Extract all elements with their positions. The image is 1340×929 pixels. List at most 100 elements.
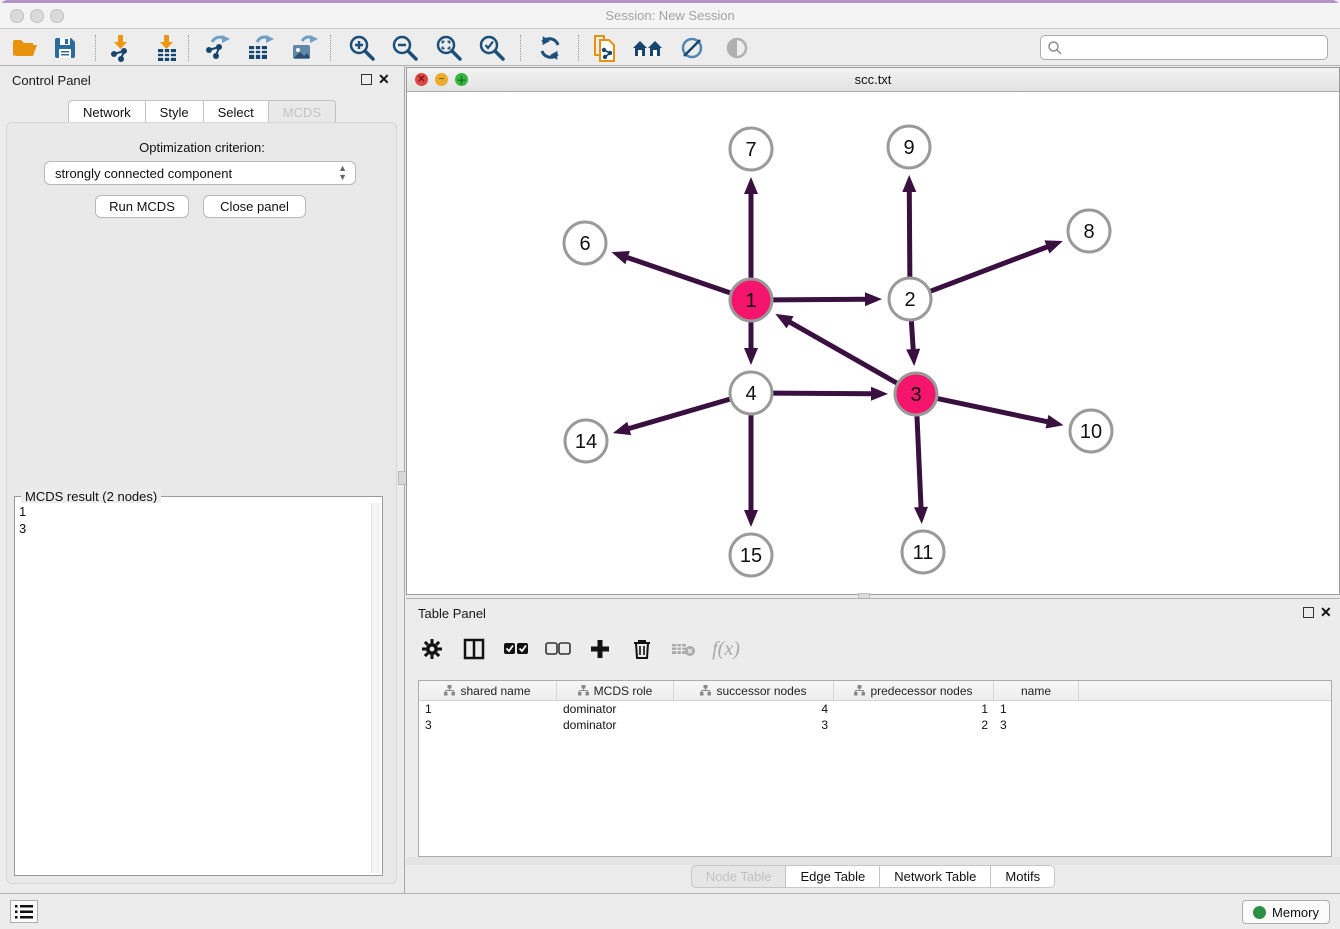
graph-node-15[interactable]: 15 — [730, 534, 772, 576]
show-hidden-icon[interactable] — [720, 33, 754, 63]
function-builder-icon[interactable]: f(x) — [712, 635, 740, 663]
search-input[interactable] — [1063, 38, 1327, 58]
network-canvas[interactable]: 7 9 6 8 1 2 4 3 14 10 15 11 — [407, 92, 1339, 594]
export-network-icon[interactable] — [200, 33, 234, 63]
tab-node-table[interactable]: Node Table — [691, 865, 786, 888]
graph-edge-3-1[interactable] — [788, 321, 897, 383]
add-column-icon[interactable] — [586, 635, 614, 663]
graph-node-10[interactable]: 10 — [1070, 410, 1112, 452]
zoom-out-icon[interactable] — [388, 33, 422, 63]
task-history-button[interactable] — [10, 900, 38, 923]
unselect-all-columns-icon[interactable] — [544, 635, 572, 663]
graph-arrowhead-2-9 — [902, 175, 916, 192]
column-header-name[interactable]: name — [994, 681, 1079, 700]
table-cell[interactable]: 1 — [419, 701, 557, 717]
column-header-successor-nodes[interactable]: successor nodes — [674, 681, 834, 700]
graph-edge-2-8[interactable] — [931, 246, 1049, 291]
svg-text:9: 9 — [903, 137, 914, 159]
import-table-icon[interactable] — [150, 33, 184, 63]
table-row[interactable]: 3dominator323 — [419, 717, 1331, 733]
graph-edge-4-14[interactable] — [627, 399, 730, 429]
table-cell[interactable]: 4 — [674, 701, 834, 717]
tab-edge-table[interactable]: Edge Table — [785, 865, 879, 888]
tab-network-table[interactable]: Network Table — [879, 865, 990, 888]
column-header-shared-name[interactable]: shared name — [419, 681, 557, 700]
toolbar-separator — [330, 35, 331, 61]
table-cell[interactable]: 3 — [674, 717, 834, 733]
table-cell[interactable]: 3 — [419, 717, 557, 733]
graph-edge-4-3[interactable] — [773, 393, 873, 394]
column-header-predecessor-nodes[interactable]: predecessor nodes — [834, 681, 994, 700]
graph-node-11[interactable]: 11 — [902, 531, 944, 573]
close-table-panel-icon[interactable]: ✕ — [1320, 605, 1332, 619]
graph-node-1[interactable]: 1 — [730, 279, 772, 321]
graph-node-8[interactable]: 8 — [1068, 210, 1110, 252]
graph-edge-3-11[interactable] — [917, 416, 921, 509]
memory-label: Memory — [1272, 905, 1319, 920]
select-all-columns-icon[interactable] — [502, 635, 530, 663]
graph-node-3[interactable]: 3 — [895, 373, 937, 415]
delete-table-icon[interactable] — [670, 635, 698, 663]
table-options-icon[interactable] — [418, 635, 446, 663]
graph-edge-3-10[interactable] — [938, 399, 1049, 423]
table-cell[interactable]: 3 — [994, 717, 1079, 733]
graph-edge-2-3[interactable] — [911, 321, 913, 351]
first-neighbors-icon[interactable] — [631, 33, 665, 63]
table-cell[interactable]: dominator — [557, 717, 674, 733]
close-panel-button[interactable]: Close panel — [203, 195, 306, 218]
close-panel-icon[interactable]: ✕ — [378, 72, 390, 86]
column-header-label: predecessor nodes — [870, 684, 972, 698]
hide-selected-icon[interactable] — [675, 33, 709, 63]
hierarchy-icon — [578, 685, 589, 696]
export-table-icon[interactable] — [244, 33, 278, 63]
optimization-criterion-dropdown[interactable]: strongly connected component ▲▼ — [44, 161, 356, 185]
refresh-layout-icon[interactable] — [533, 33, 567, 63]
graph-edge-1-2[interactable] — [773, 299, 867, 300]
zoom-fit-icon[interactable] — [432, 33, 466, 63]
network-window-titlebar[interactable]: ✕ − ＋ scc.txt — [407, 68, 1339, 92]
zoom-in-icon[interactable] — [345, 33, 379, 63]
toolbar-separator — [520, 35, 521, 61]
graph-edge-1-6[interactable] — [626, 257, 731, 293]
graph-arrowhead-1-6 — [611, 251, 629, 264]
network-window-title: scc.txt — [407, 72, 1339, 87]
float-panel-icon[interactable] — [361, 74, 372, 85]
column-header-MCDS-role[interactable]: MCDS role — [557, 681, 674, 700]
table-cell[interactable]: dominator — [557, 701, 674, 717]
table-scroll-strip — [406, 857, 1340, 865]
search-box[interactable] — [1040, 35, 1328, 60]
zoom-selected-icon[interactable] — [475, 33, 509, 63]
application-window: Session: New Session — [0, 0, 1340, 926]
table-rows: 1dominator4113dominator323 — [419, 701, 1331, 733]
graph-node-2[interactable]: 2 — [889, 278, 931, 320]
svg-text:14: 14 — [575, 431, 597, 453]
result-scrollbar[interactable] — [371, 503, 380, 873]
graph-node-4[interactable]: 4 — [730, 372, 772, 414]
graph-node-14[interactable]: 14 — [565, 420, 607, 462]
svg-text:1: 1 — [745, 290, 756, 312]
graph-node-7[interactable]: 7 — [730, 128, 772, 170]
show-column-panel-icon[interactable] — [460, 635, 488, 663]
run-mcds-button[interactable]: Run MCDS — [95, 195, 189, 218]
svg-text:6: 6 — [579, 233, 590, 255]
float-table-panel-icon[interactable] — [1303, 607, 1314, 618]
graph-node-6[interactable]: 6 — [564, 222, 606, 264]
export-image-icon[interactable] — [288, 33, 322, 63]
table-cell[interactable]: 2 — [834, 717, 994, 733]
memory-button[interactable]: Memory — [1242, 900, 1330, 924]
table-cell[interactable]: 1 — [834, 701, 994, 717]
table-cell[interactable]: 1 — [994, 701, 1079, 717]
clone-network-icon[interactable] — [588, 33, 622, 63]
column-header-label: name — [1021, 684, 1051, 698]
import-network-icon[interactable] — [104, 33, 138, 63]
column-header-label: MCDS role — [594, 684, 653, 698]
mcds-result-list[interactable]: 13 — [19, 503, 370, 873]
open-session-icon[interactable] — [8, 33, 42, 63]
save-session-icon[interactable] — [48, 33, 82, 63]
toolbar-separator — [578, 35, 579, 61]
table-row[interactable]: 1dominator411 — [419, 701, 1331, 717]
graph-node-9[interactable]: 9 — [888, 126, 930, 168]
delete-columns-icon[interactable] — [628, 635, 656, 663]
tab-motifs[interactable]: Motifs — [990, 865, 1055, 888]
graph-edge-2-9[interactable] — [909, 190, 910, 277]
